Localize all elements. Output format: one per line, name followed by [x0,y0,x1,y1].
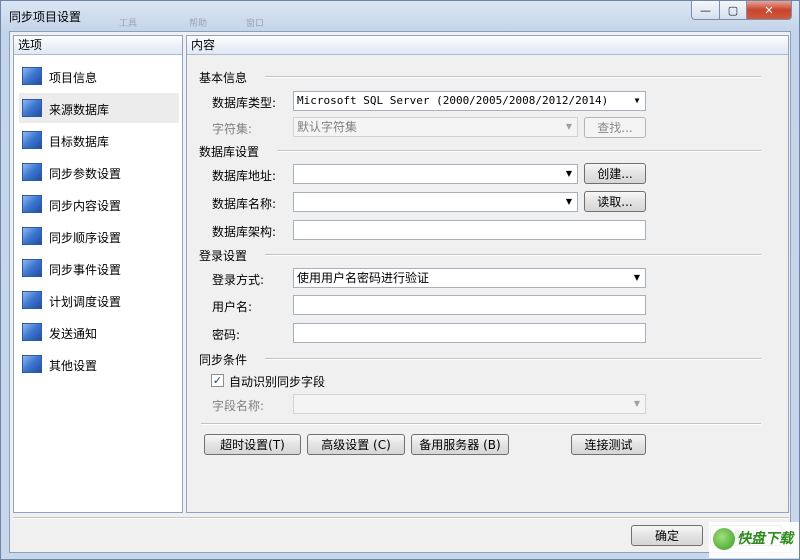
settings-page-icon [22,355,42,373]
nav-item-notification[interactable]: 发送通知 [19,317,179,347]
settings-page-icon [22,291,42,309]
nav-item-label: 来源数据库 [49,103,110,117]
nav-item-label: 同步顺序设置 [49,231,122,245]
nav-item-target-database[interactable]: 目标数据库 [19,125,179,155]
chevron-down-icon[interactable]: ▼ [561,165,577,183]
username-label: 用户名: [212,300,253,314]
nav-item-label: 目标数据库 [49,135,110,149]
leaf-logo-icon [713,528,735,550]
ghost-menu-item: 窗口 [246,19,265,29]
username-input[interactable] [293,295,646,315]
password-input[interactable] [293,323,646,343]
ghost-menu-item: 工具 [119,19,138,29]
sync-project-settings-window: 同步项目设置 工具 帮助 窗口 — ▢ ✕ 选项 项目信息 来源数据库 目标数据… [0,0,800,560]
nav-item-other[interactable]: 其他设置 [19,349,179,379]
backup-server-button[interactable]: 备用服务器 (B) [411,434,509,455]
find-button[interactable]: 查找... [584,117,646,138]
footer-divider [13,517,789,519]
timeout-settings-button[interactable]: 超时设置(T) [204,434,301,455]
maximize-icon: ▢ [727,3,739,17]
db-schema-label: 数据库架构: [212,225,277,239]
watermark: 快盘下载 [709,522,799,558]
connection-test-button[interactable]: 连接测试 [571,434,646,455]
nav-item-sync-events[interactable]: 同步事件设置 [19,253,179,283]
db-type-value: Microsoft SQL Server (2000/2005/2008/201… [297,94,609,107]
auto-detect-checkbox[interactable]: ✓ [211,374,224,387]
login-mode-value: 使用用户名密码进行验证 [297,271,430,285]
title-bar[interactable]: 同步项目设置 工具 帮助 窗口 — ▢ ✕ [1,1,799,31]
section-divider [277,150,761,152]
nav-item-source-database[interactable]: 来源数据库 [19,93,179,123]
password-label: 密码: [212,328,241,342]
db-type-label: 数据库类型: [212,96,277,110]
ghost-menu-item: 帮助 [189,19,208,29]
nav-item-label: 同步事件设置 [49,263,122,277]
check-icon: ✓ [212,374,223,387]
nav-item-label: 其他设置 [49,359,98,373]
settings-page-icon [22,67,42,85]
field-name-combo[interactable]: ▼ [293,394,646,414]
section-divider [265,76,761,78]
db-address-combo[interactable]: ▼ [293,164,578,184]
close-icon: ✕ [764,3,774,17]
chevron-down-icon[interactable]: ▼ [629,92,645,110]
section-title-basic: 基本信息 [199,71,248,85]
charset-value: 默认字符集 [297,120,358,134]
settings-page-icon [22,131,42,149]
db-name-combo[interactable]: ▼ [293,192,578,212]
nav-item-label: 计划调度设置 [49,295,122,309]
nav-item-sync-order[interactable]: 同步顺序设置 [19,221,179,251]
settings-page-icon [22,323,42,341]
auto-detect-label[interactable]: 自动识别同步字段 [229,373,325,390]
section-divider [265,358,761,360]
minimize-icon: — [700,3,711,17]
nav-item-sync-params[interactable]: 同步参数设置 [19,157,179,187]
buttons-divider [201,423,761,425]
dialog-client-area: 选项 项目信息 来源数据库 目标数据库 同步参数设置 同步内容设置 同步顺序设置… [9,31,791,553]
minimize-button[interactable]: — [691,1,720,20]
chevron-down-icon[interactable]: ▼ [561,118,577,136]
nav-item-sync-content[interactable]: 同步内容设置 [19,189,179,219]
read-button[interactable]: 读取... [584,191,646,212]
nav-item-label: 项目信息 [49,71,98,85]
create-button[interactable]: 创建... [584,163,646,184]
db-type-select[interactable]: Microsoft SQL Server (2000/2005/2008/201… [293,91,646,111]
nav-item-label: 同步参数设置 [49,167,122,181]
watermark-text: 快盘下载 [737,531,793,547]
maximize-button[interactable]: ▢ [719,1,747,20]
charset-select[interactable]: 默认字符集 ▼ [293,117,578,137]
options-panel: 选项 项目信息 来源数据库 目标数据库 同步参数设置 同步内容设置 同步顺序设置… [13,35,183,513]
settings-page-icon [22,227,42,245]
charset-label: 字符集: [212,122,253,136]
options-header: 选项 [14,36,182,55]
nav-item-label: 同步内容设置 [49,199,122,213]
content-header: 内容 [187,36,788,55]
content-panel: 内容 基本信息 数据库类型: Microsoft SQL Server (200… [186,35,789,513]
nav-item-project-info[interactable]: 项目信息 [19,61,179,91]
login-mode-label: 登录方式: [212,273,265,287]
advanced-settings-button[interactable]: 高级设置 (C) [307,434,405,455]
db-name-label: 数据库名称: [212,197,277,211]
section-title-db: 数据库设置 [199,145,260,159]
settings-page-icon [22,163,42,181]
close-button[interactable]: ✕ [746,1,792,20]
window-title: 同步项目设置 [9,10,82,24]
login-mode-select[interactable]: 使用用户名密码进行验证 ▼ [293,268,646,288]
nav-item-label: 发送通知 [49,327,98,341]
nav-item-schedule[interactable]: 计划调度设置 [19,285,179,315]
db-address-label: 数据库地址: [212,169,277,183]
section-divider [265,254,761,256]
chevron-down-icon[interactable]: ▼ [561,193,577,211]
chevron-down-icon[interactable]: ▼ [629,269,645,287]
section-title-sync: 同步条件 [199,353,248,367]
field-name-label: 字段名称: [212,399,265,413]
settings-page-icon [22,259,42,277]
settings-page-icon [22,99,42,117]
db-schema-input[interactable] [293,220,646,240]
ok-button[interactable]: 确定 [631,525,703,546]
chevron-down-icon[interactable]: ▼ [629,395,645,413]
settings-page-icon [22,195,42,213]
section-title-login: 登录设置 [199,249,248,263]
